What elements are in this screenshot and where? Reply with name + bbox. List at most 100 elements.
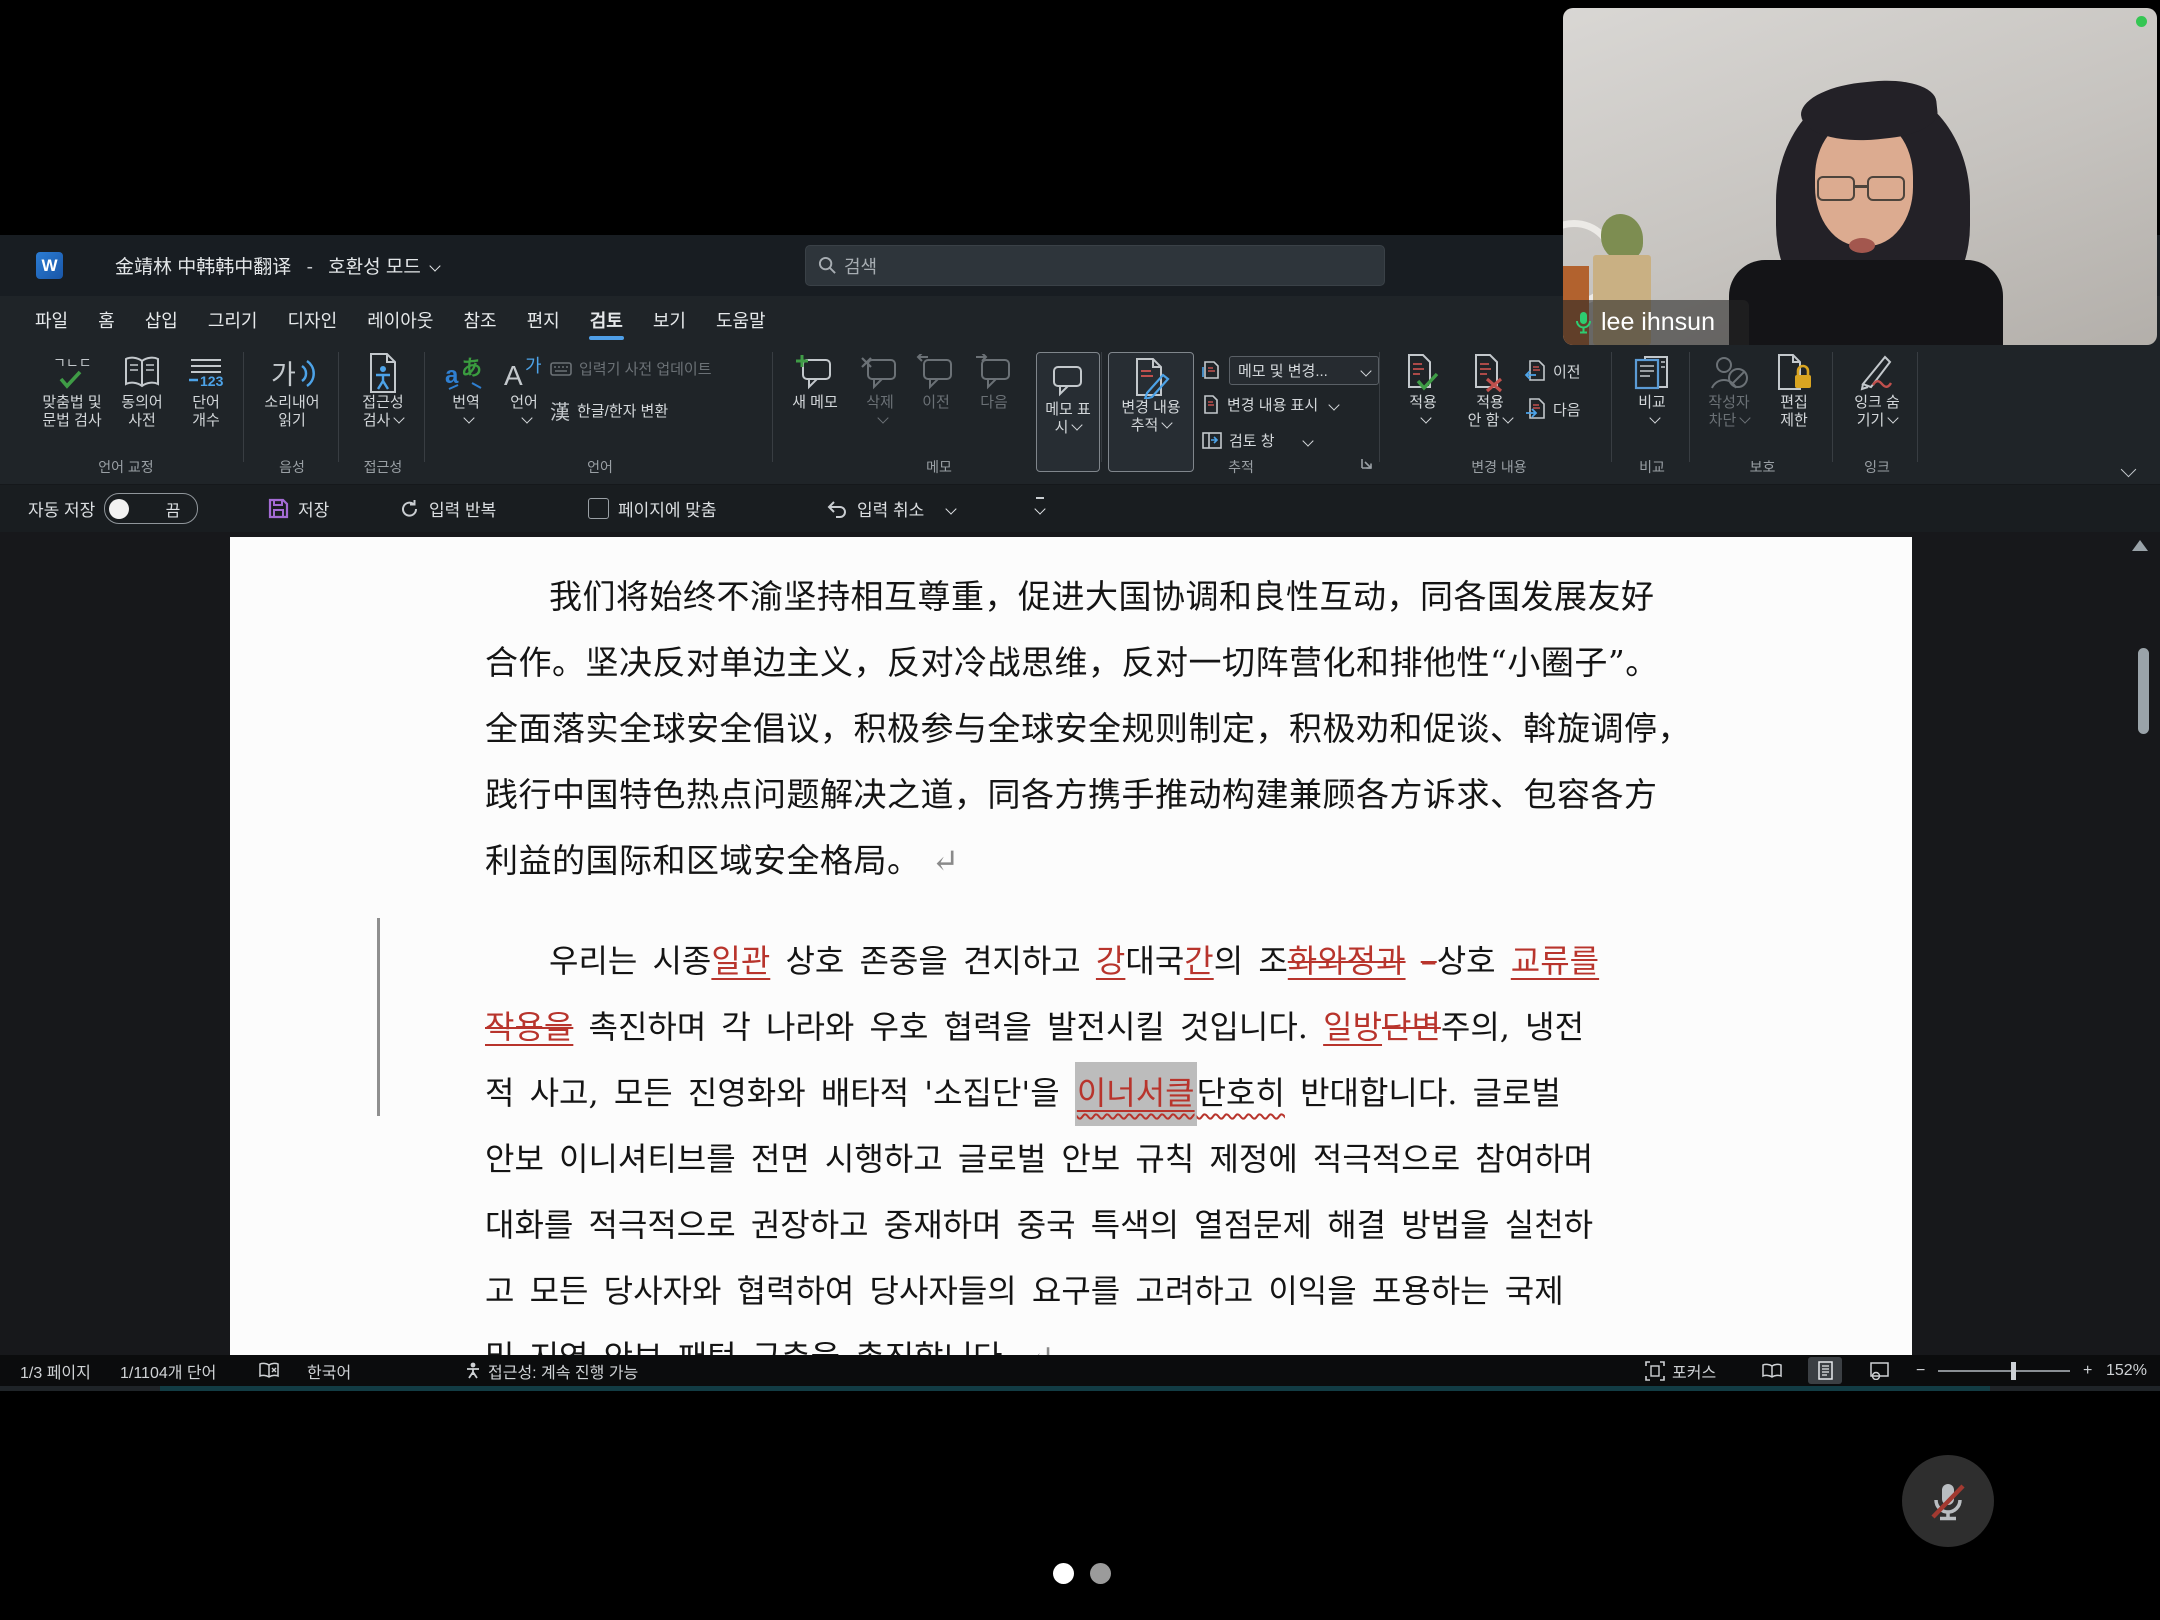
dot-inactive[interactable] <box>1090 1563 1111 1584</box>
korean-paragraph[interactable]: 우리는 시종일관 상호 존중을 견지하고 강대국간의 조화와정과 –상호 교류를… <box>485 928 1695 1355</box>
chevron-down-icon[interactable] <box>946 503 957 514</box>
group-label-language: 언어 <box>432 457 768 477</box>
reviewing-pane-button[interactable]: 검토 창 <box>1202 430 1312 451</box>
document-line[interactable]: 우리는 시종일관 상호 존중을 견지하고 강대국간의 조화와정과 –상호 교류를 <box>485 928 1695 994</box>
save-button[interactable]: 저장 <box>268 485 329 532</box>
text-run: 合作。坚决反对单边主义，反对冷战思维，反对一切阵营化和排他性“小圈子”。 <box>485 643 1659 682</box>
reject-change-button[interactable]: 적용 안 함 <box>1457 352 1523 430</box>
group-divider <box>772 352 773 462</box>
scrollbar-thumb[interactable] <box>2138 648 2149 734</box>
document-line[interactable]: 我们将始终不渝坚持相互尊重，促进大国协调和良性互动，同各国发展友好 <box>485 564 1695 630</box>
zoom-thumb[interactable] <box>2011 1362 2016 1380</box>
proofing-status-button[interactable] <box>258 1355 280 1386</box>
ribbon-tab[interactable]: 삽입 <box>130 298 193 344</box>
document-title: 金靖林 中韩韩中翻译 - 호환성 모드 <box>115 252 439 279</box>
translate-button[interactable]: a あ 번역 <box>433 352 499 430</box>
accessibility-icon <box>341 352 425 394</box>
page-indicator[interactable]: 1/3 페이지 <box>20 1355 91 1386</box>
repeat-typing-button[interactable]: 입력 반복 <box>400 485 496 532</box>
focus-mode-button[interactable]: 포커스 <box>1645 1355 1716 1386</box>
zoom-track[interactable] <box>1938 1370 2070 1372</box>
ribbon-tab[interactable]: 레이아웃 <box>352 298 448 344</box>
restrict-editing-button[interactable]: 편집 제한 <box>1765 352 1823 430</box>
accept-change-button[interactable]: 적용 <box>1393 352 1453 430</box>
document-line[interactable]: 안보 이니셔티브를 전면 시행하고 글로벌 안보 규칙 제정에 적극적으로 참여… <box>485 1126 1695 1192</box>
hangul-hanja-convert-button[interactable]: 漢 한글/한자 변환 <box>550 396 668 425</box>
print-layout-button[interactable] <box>1808 1355 1842 1386</box>
accessibility-check-button[interactable]: 접근성 검사 <box>341 352 425 430</box>
ribbon-tab[interactable]: 참조 <box>448 298 511 344</box>
markup-select-box[interactable]: 메모 및 변경... <box>1229 356 1379 385</box>
document-line[interactable]: 적 사고, 모든 진영화와 배타적 '소집단'을 이너서클단호히 반대합니다. … <box>485 1060 1695 1126</box>
new-comment-button[interactable]: 새 메모 <box>780 352 850 412</box>
undo-button[interactable]: 입력 취소 <box>826 485 955 532</box>
markup-options-dropdown[interactable]: 메모 및 변경... <box>1202 356 1379 385</box>
document-line[interactable]: 고 모든 당사자와 협력하여 당사자들의 요구를 고려하고 이익을 포용하는 국… <box>485 1258 1695 1324</box>
ribbon-tab[interactable]: 홈 <box>83 298 130 344</box>
block-authors-button[interactable]: 작성자 차단 <box>1697 352 1761 430</box>
hide-ink-button[interactable]: 잉크 숨 기기 <box>1842 352 1912 430</box>
restrict-editing-icon <box>1765 352 1823 394</box>
language-indicator[interactable]: 한국어 <box>307 1355 351 1386</box>
participant-name-tag: lee ihnsun <box>1563 300 1749 345</box>
chevron-down-icon <box>463 412 474 423</box>
ribbon-tab[interactable]: 디자인 <box>273 298 353 344</box>
document-line[interactable]: 践行中国特色热点问题解决之道，同各方携手推动构建兼顾各方诉求、包容各方 <box>485 762 1695 828</box>
search-input[interactable]: 검색 <box>805 245 1385 286</box>
word-count-indicator[interactable]: 1/1104개 단어 <box>120 1355 216 1386</box>
ribbon-tab[interactable]: 도움말 <box>701 298 781 344</box>
document-line[interactable]: 대화를 적극적으로 권장하고 중재하며 중국 특색의 열점문제 해결 방법을 실… <box>485 1192 1695 1258</box>
svg-text:가: 가 <box>271 360 296 390</box>
autosave-toggle[interactable]: 끔 <box>104 493 198 524</box>
document-area[interactable]: 我们将始终不渝坚持相互尊重，促进大国协调和良性互动，同各国发展友好合作。坚决反对… <box>0 532 2160 1355</box>
webcam-overlay[interactable]: lee ihnsun <box>1563 8 2157 345</box>
title-chevron-icon[interactable] <box>429 260 440 271</box>
next-comment-button[interactable]: 다음 <box>966 352 1022 412</box>
read-mode-button[interactable] <box>1755 1355 1789 1386</box>
ime-dictionary-update-button[interactable]: 입력기 사전 업데이트 <box>550 358 712 379</box>
language-button[interactable]: A 가 언어 <box>494 352 554 430</box>
zoom-out-button[interactable]: − <box>1916 1355 1925 1386</box>
next-change-button[interactable]: 다음 <box>1524 398 1581 420</box>
chevron-down-icon <box>1328 399 1339 410</box>
autosave-control[interactable]: 자동 저장 끔 <box>28 485 198 532</box>
page-indicator-dots[interactable] <box>1053 1563 1111 1584</box>
group-label-changes: 변경 내용 <box>1390 457 1608 477</box>
document-line[interactable]: 및 지역 안보 패턴 구축을 촉진합니다. ↵ <box>485 1324 1695 1355</box>
document-line[interactable]: 利益的国际和区域安全格局。 ↵ <box>485 828 1695 894</box>
word-count-button[interactable]: 123 단어 개수 <box>164 352 248 430</box>
accessibility-status[interactable]: 접근성: 계속 진행 가능 <box>465 1355 638 1386</box>
show-comments-button[interactable]: 메모 표 시 <box>1036 352 1100 472</box>
fit-to-page-checkbox[interactable]: 페이지에 맞춤 <box>588 485 717 532</box>
track-changes-button[interactable]: 변경 내용 추적 <box>1108 352 1194 472</box>
zoom-level[interactable]: 152% <box>2106 1355 2147 1386</box>
previous-comment-button[interactable]: 이전 <box>908 352 964 412</box>
chinese-paragraph[interactable]: 我们将始终不渝坚持相互尊重，促进大国协调和良性互动，同各国发展友好合作。坚决反对… <box>485 564 1695 894</box>
customize-quickbar-button[interactable] <box>1036 485 1044 532</box>
mic-muted-button[interactable] <box>1902 1455 1994 1547</box>
ribbon-tab[interactable]: 그리기 <box>193 298 273 344</box>
group-changes: 적용 적용 안 함 이전 <box>1390 348 1608 480</box>
delete-comment-button[interactable]: 삭제 <box>852 352 908 430</box>
compare-button[interactable]: 비교 <box>1620 352 1684 430</box>
document-line[interactable]: 작용을 촉진하며 각 나라와 우호 협력을 발전시킬 것입니다. 일방단변주의,… <box>485 994 1695 1060</box>
scroll-up-arrow[interactable] <box>2132 540 2148 551</box>
word-logo-icon[interactable]: W <box>36 252 63 279</box>
document-line[interactable]: 全面落实全球安全倡议，积极参与全球安全规则制定，积极劝和促谈、斡旋调停， <box>485 696 1695 762</box>
collapse-ribbon-chevron-icon[interactable] <box>2121 462 2137 478</box>
ribbon-tab[interactable]: 보기 <box>638 298 701 344</box>
zoom-in-button[interactable]: + <box>2083 1355 2092 1386</box>
web-layout-button[interactable] <box>1862 1355 1896 1386</box>
previous-change-button[interactable]: 이전 <box>1524 360 1581 382</box>
group-label-protect: 보호 <box>1696 457 1829 477</box>
ribbon-tab[interactable]: 편지 <box>512 298 575 344</box>
ribbon-tab[interactable]: 검토 <box>575 298 638 344</box>
show-markup-button[interactable]: 변경 내용 표시 <box>1202 394 1338 415</box>
vertical-scrollbar[interactable] <box>2138 532 2156 1355</box>
read-aloud-button[interactable]: 가 소리내어 읽기 <box>250 352 334 430</box>
chevron-down-icon <box>1503 412 1514 423</box>
zoom-slider[interactable] <box>1938 1355 2070 1386</box>
document-line[interactable]: 合作。坚决反对单边主义，反对冷战思维，反对一切阵营化和排他性“小圈子”。 <box>485 630 1695 696</box>
dot-active[interactable] <box>1053 1563 1074 1584</box>
ribbon-tab[interactable]: 파일 <box>20 298 83 344</box>
